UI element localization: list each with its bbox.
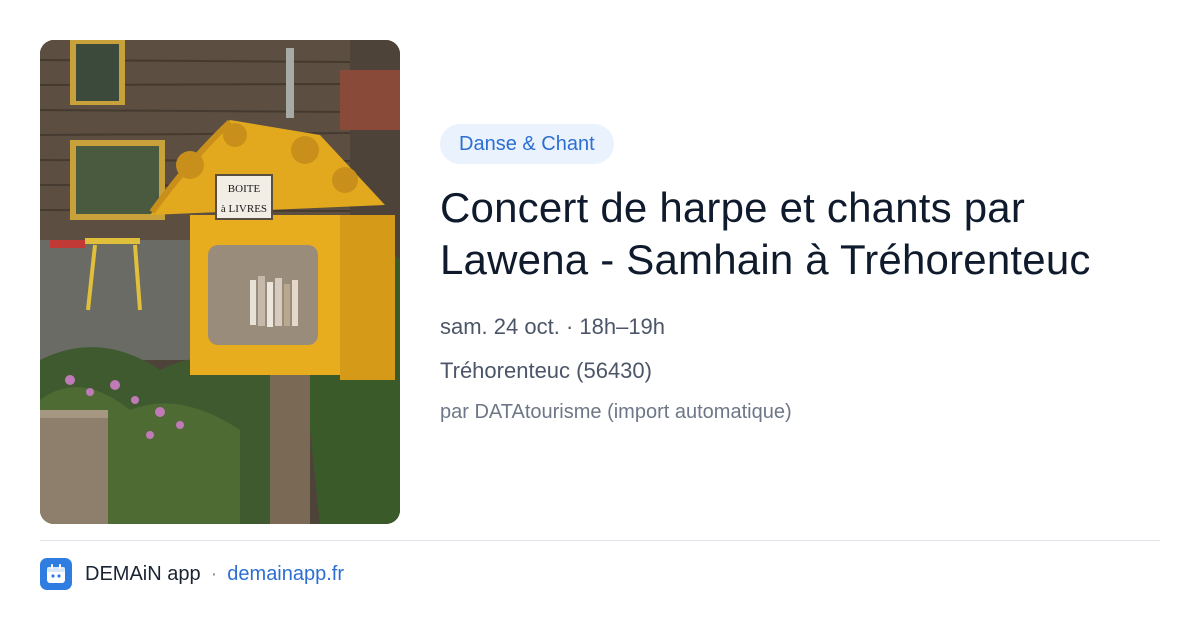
- footer-divider: [40, 540, 1160, 541]
- footer-separator: ·: [210, 562, 218, 585]
- event-share-card: BOITE à LIVRES Danse & Chant Concert de …: [0, 0, 1200, 630]
- event-datetime: sam. 24 oct. · 18h–19h: [440, 314, 666, 339]
- category-badge[interactable]: Danse & Chant: [440, 124, 614, 164]
- app-url-link[interactable]: demainapp.fr: [227, 563, 344, 586]
- event-info: Danse & Chant Concert de harpe et chants…: [440, 124, 1160, 426]
- app-name: DEMAiN app: [85, 562, 201, 585]
- event-location: Tréhorenteuc (56430): [440, 358, 652, 383]
- event-photo: BOITE à LIVRES: [40, 40, 400, 524]
- footer: DEMAiN app · demainapp.fr: [40, 557, 344, 591]
- event-title: Concert de harpe et chants par Lawena - …: [440, 184, 1091, 283]
- app-logo-icon: [40, 558, 72, 590]
- sign-line1: BOITE: [228, 183, 261, 195]
- event-source: par DATAtourisme (import automatique): [440, 401, 792, 423]
- sign-line2: à LIVRES: [221, 203, 267, 215]
- book-box-image: BOITE à LIVRES: [40, 40, 400, 524]
